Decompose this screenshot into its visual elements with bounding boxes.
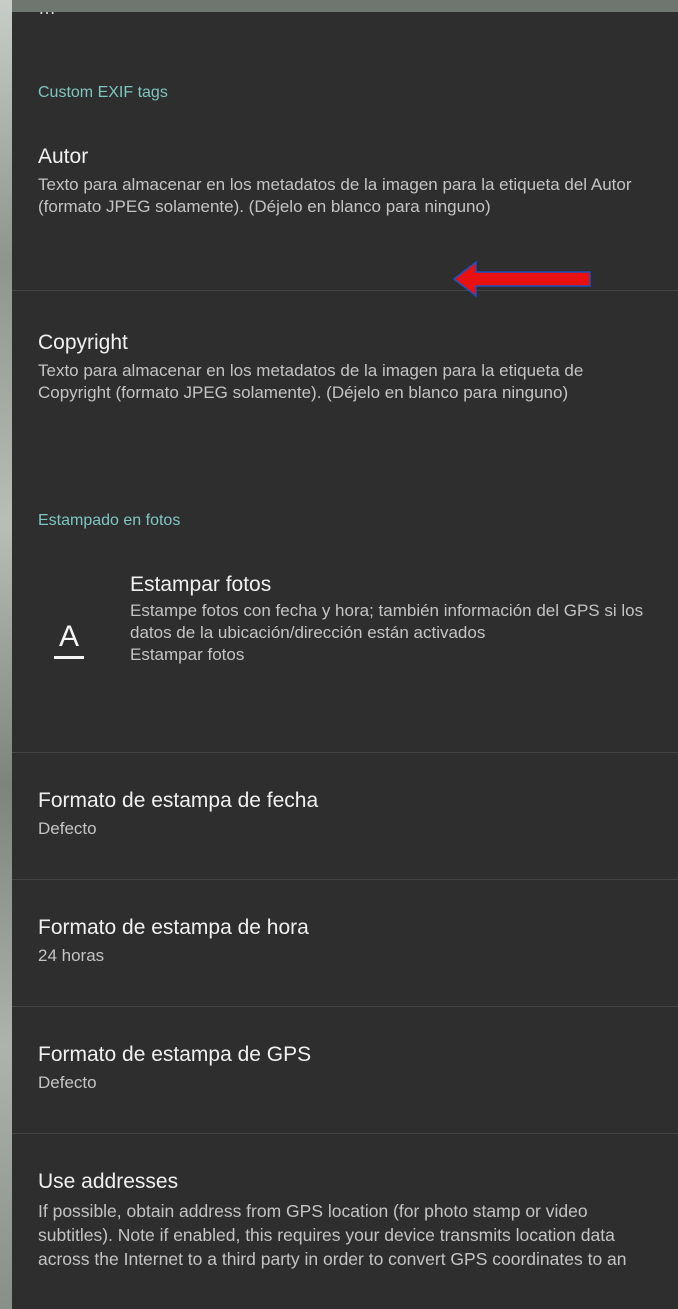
pref-time-format-title: Formato de estampa de hora [38, 916, 309, 939]
pref-time-format-value: 24 horas [38, 946, 105, 965]
pref-author-title: Autor [38, 145, 89, 168]
settings-panel: … Custom EXIF tags Autor Texto para alma… [12, 12, 678, 1309]
pref-copyright-title: Copyright [38, 331, 128, 354]
divider [12, 752, 678, 753]
divider [12, 1006, 678, 1007]
pref-copyright-summary: Texto para almacenar en los metadatos de… [38, 361, 584, 402]
pref-stamp-photos-summary: Estampe fotos con fecha y hora; también … [130, 601, 644, 642]
pref-gps-format-value: Defecto [38, 1073, 97, 1092]
arrow-left-icon [452, 260, 591, 298]
clipped-previous-item: … [12, 12, 678, 18]
pref-use-addresses-title: Use addresses [38, 1170, 179, 1193]
pref-author-summary: Texto para almacenar en los metadatos de… [38, 175, 632, 216]
pref-stamp-photos[interactable]: Estampar fotos Estampe fotos con fecha y… [12, 572, 678, 666]
section-header-stamp: Estampado en fotos [38, 512, 181, 529]
text-format-icon: A [52, 622, 86, 662]
pref-time-format[interactable]: Formato de estampa de hora 24 horas [12, 915, 678, 967]
divider [12, 1133, 678, 1134]
pref-use-addresses-summary: If possible, obtain address from GPS loc… [38, 1201, 627, 1269]
pref-date-format-title: Formato de estampa de fecha [38, 789, 319, 812]
pref-use-addresses[interactable]: Use addresses If possible, obtain addres… [12, 1169, 678, 1271]
section-header-exif: Custom EXIF tags [38, 84, 168, 101]
pref-gps-format[interactable]: Formato de estampa de GPS Defecto [12, 1042, 678, 1094]
pref-date-format[interactable]: Formato de estampa de fecha Defecto [12, 788, 678, 840]
pref-stamp-photos-title: Estampar fotos [130, 573, 272, 596]
pref-author[interactable]: Autor Texto para almacenar en los metada… [12, 144, 678, 218]
divider [12, 879, 678, 880]
background-wallpaper [0, 0, 12, 1309]
pref-gps-format-title: Formato de estampa de GPS [38, 1043, 312, 1066]
pref-date-format-value: Defecto [38, 819, 97, 838]
pref-copyright[interactable]: Copyright Texto para almacenar en los me… [12, 330, 678, 404]
pref-stamp-photos-value: Estampar fotos [130, 645, 245, 664]
